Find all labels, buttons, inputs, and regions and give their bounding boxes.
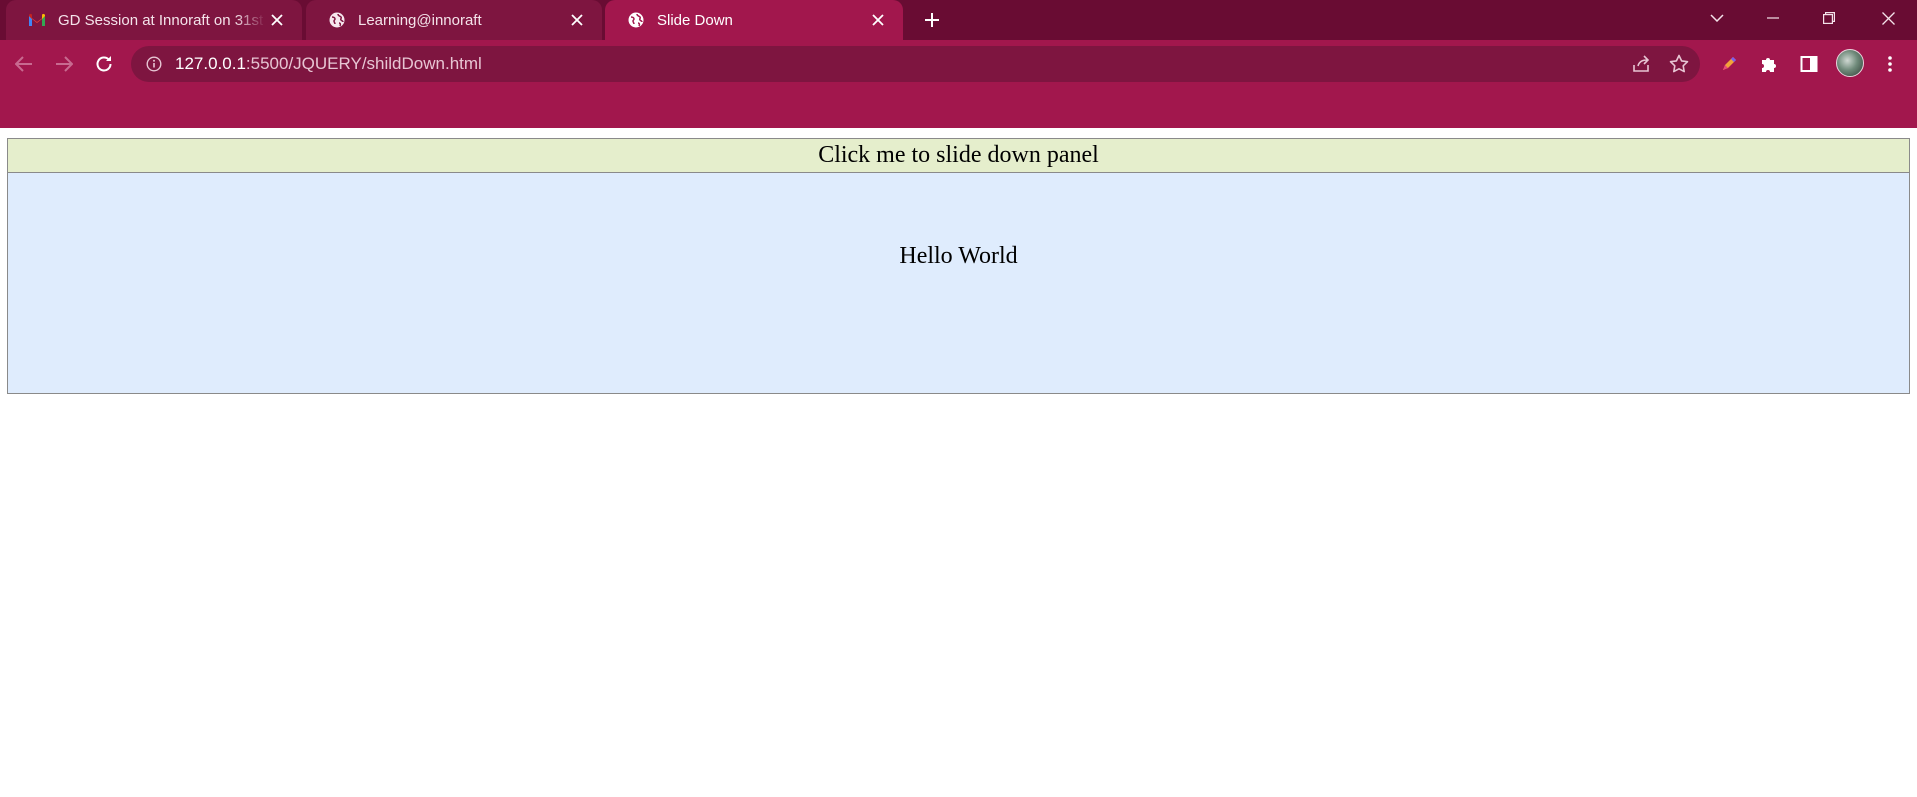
reload-button[interactable]	[88, 48, 120, 80]
tab-title: Slide Down	[657, 11, 733, 29]
chevron-down-icon	[1710, 14, 1724, 22]
close-tab-icon[interactable]	[266, 9, 288, 31]
globe-icon	[328, 11, 346, 29]
tab-gmail[interactable]: GD Session at Innoraft on 31st Oc	[6, 0, 302, 40]
tab-title: Learning@innoraft	[358, 11, 482, 29]
forward-button[interactable]	[48, 48, 80, 80]
slide-down-trigger[interactable]: Click me to slide down panel	[7, 138, 1910, 173]
gmail-icon	[28, 11, 46, 29]
back-button[interactable]	[8, 48, 40, 80]
close-tab-icon[interactable]	[867, 9, 889, 31]
restore-icon	[1823, 12, 1835, 24]
minimize-button[interactable]	[1745, 0, 1801, 36]
address-bar[interactable]: 127.0.0.1:5500/JQUERY/shildDown.html	[131, 46, 1700, 82]
url-text[interactable]: 127.0.0.1:5500/JQUERY/shildDown.html	[175, 54, 482, 74]
kebab-menu-icon	[1888, 56, 1892, 72]
panel-text: Hello World	[899, 243, 1018, 269]
slide-panel: Hello World	[7, 172, 1910, 394]
browser-toolbar: 127.0.0.1:5500/JQUERY/shildDown.html	[0, 40, 1917, 88]
profile-avatar[interactable]	[1836, 49, 1864, 77]
tab-slide-down[interactable]: Slide Down	[605, 0, 903, 40]
close-tab-icon[interactable]	[566, 9, 588, 31]
url-host: 127.0.0.1	[175, 54, 246, 73]
url-path: :5500/JQUERY/shildDown.html	[245, 54, 482, 73]
tab-search-button[interactable]	[1689, 0, 1745, 36]
browser-header-band	[0, 88, 1917, 128]
info-icon[interactable]	[145, 55, 163, 73]
page-content: Click me to slide down panel Hello World	[0, 128, 1917, 797]
extensions-puzzle-icon[interactable]	[1757, 52, 1781, 76]
pen-extension-icon[interactable]	[1717, 52, 1741, 76]
window-close-button[interactable]	[1860, 0, 1916, 36]
globe-icon	[627, 11, 645, 29]
arrow-right-icon	[56, 56, 73, 72]
restore-button[interactable]	[1801, 0, 1857, 36]
menu-kebab-button[interactable]	[1878, 52, 1902, 76]
tab-learning[interactable]: Learning@innoraft	[306, 0, 602, 40]
arrow-left-icon	[15, 56, 32, 72]
tab-title: GD Session at Innoraft on 31st Oc	[58, 11, 266, 29]
tab-strip: GD Session at Innoraft on 31st Oc Learni…	[0, 0, 1917, 40]
minimize-icon	[1767, 17, 1779, 19]
plus-icon	[925, 13, 939, 27]
reload-icon	[96, 56, 112, 72]
new-tab-button[interactable]	[919, 7, 945, 33]
bookmark-star-icon[interactable]	[1668, 53, 1690, 75]
side-panel-icon[interactable]	[1797, 52, 1821, 76]
close-icon	[1881, 11, 1895, 25]
share-icon[interactable]	[1630, 53, 1652, 75]
